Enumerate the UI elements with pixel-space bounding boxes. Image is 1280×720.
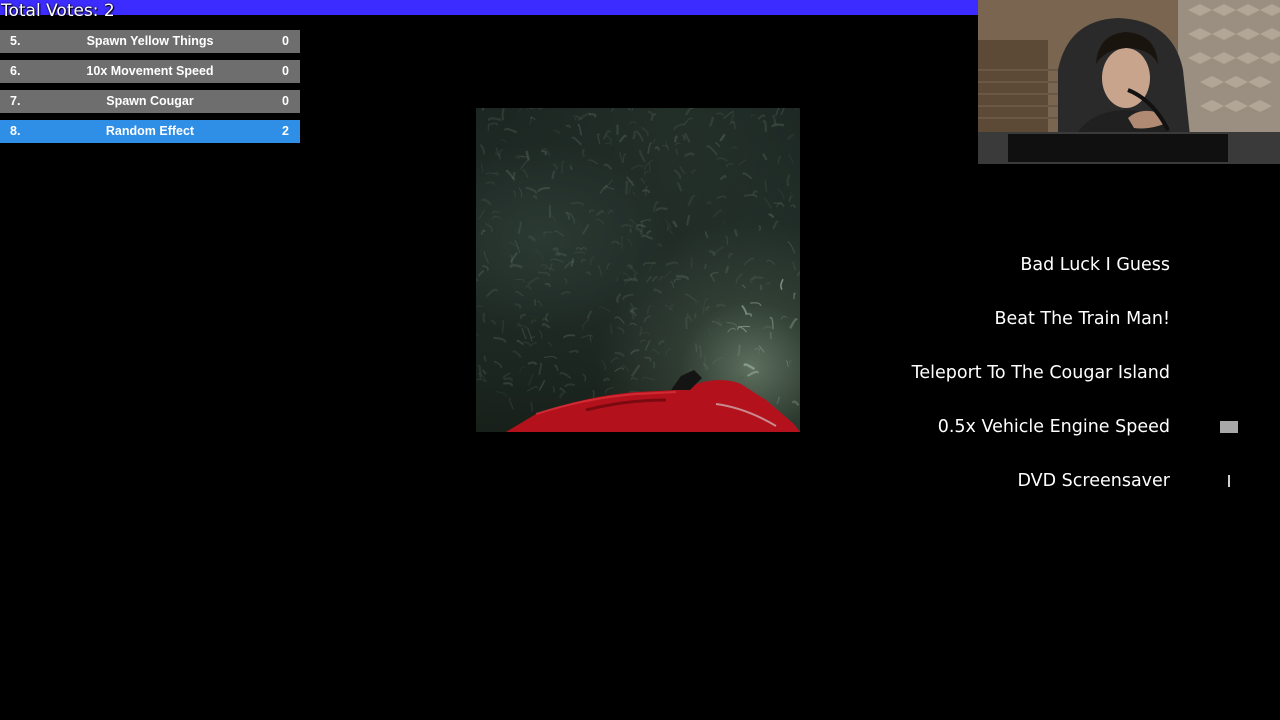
effect-label: Teleport To The Cougar Island — [911, 363, 1170, 383]
effect-item: Bad Luck I Guess — [770, 250, 1170, 304]
effect-timer-bar — [1228, 475, 1230, 487]
vote-progress-fill — [0, 0, 978, 15]
effect-label: Beat The Train Man! — [994, 309, 1170, 329]
vote-option-count: 2 — [282, 124, 289, 138]
effect-timer-bar — [1220, 421, 1238, 433]
stream-overlay: Total Votes: 2 5. Spawn Yellow Things 0 … — [0, 0, 1280, 720]
active-effects-list: Bad Luck I Guess Beat The Train Man! Tel… — [770, 250, 1238, 520]
game-viewport — [476, 108, 800, 432]
effect-item: Teleport To The Cougar Island — [770, 358, 1170, 412]
vote-option-7[interactable]: 7. Spawn Cougar 0 — [0, 90, 300, 113]
vote-option-label: 10x Movement Speed — [86, 64, 214, 78]
total-votes-label: Total Votes: 2 — [1, 1, 115, 21]
vote-option-label: Spawn Cougar — [106, 94, 194, 108]
effect-label: DVD Screensaver — [1017, 471, 1170, 491]
vote-options-list: 5. Spawn Yellow Things 0 6. 10x Movement… — [0, 30, 300, 150]
effect-label: 0.5x Vehicle Engine Speed — [937, 417, 1170, 437]
effect-item: Beat The Train Man! — [770, 304, 1170, 358]
vote-option-label: Spawn Yellow Things — [86, 34, 214, 48]
car-hood — [506, 370, 800, 432]
vote-option-label: Random Effect — [105, 124, 195, 138]
effect-item: DVD Screensaver — [770, 466, 1230, 520]
vote-option-count: 0 — [282, 34, 289, 48]
vote-option-count: 0 — [282, 94, 289, 108]
vote-option-6[interactable]: 6. 10x Movement Speed 0 — [0, 60, 300, 83]
effect-label: Bad Luck I Guess — [1020, 255, 1170, 275]
effect-item: 0.5x Vehicle Engine Speed — [770, 412, 1238, 466]
vote-option-8[interactable]: 8. Random Effect 2 — [0, 120, 300, 143]
webcam-feed — [978, 0, 1280, 164]
vote-option-5[interactable]: 5. Spawn Yellow Things 0 — [0, 30, 300, 53]
vote-option-count: 0 — [282, 64, 289, 78]
